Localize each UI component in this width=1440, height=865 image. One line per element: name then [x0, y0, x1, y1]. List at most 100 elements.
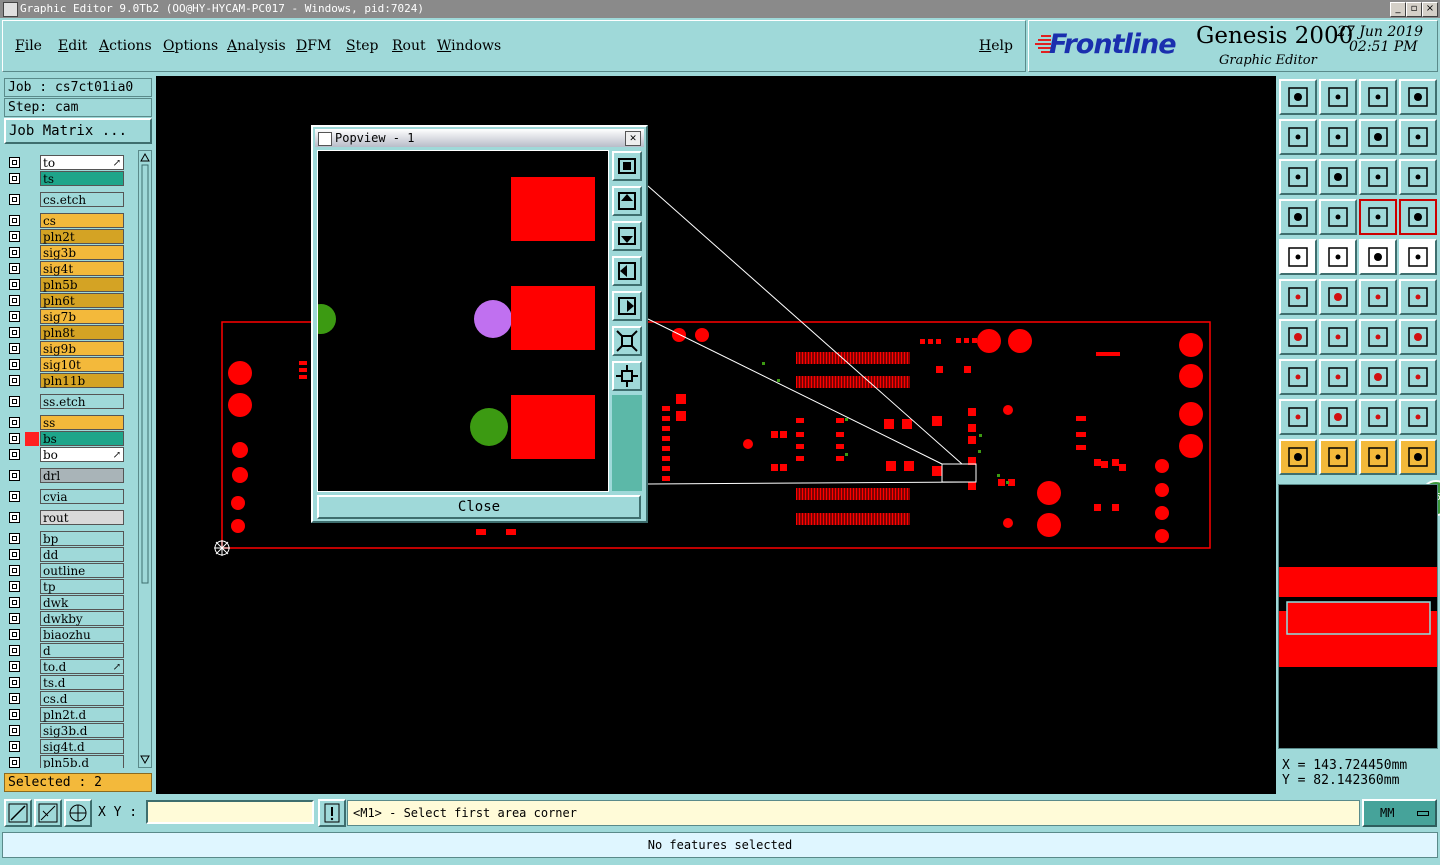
layer-checkbox[interactable]: [9, 741, 20, 752]
layer-row-rout[interactable]: rout: [4, 510, 137, 526]
layer-row-sig3b.d[interactable]: sig3b.d: [4, 723, 137, 739]
home-button[interactable]: [1359, 79, 1397, 115]
layer-row-bp[interactable]: bp: [4, 531, 137, 547]
layer-affected-marker[interactable]: [25, 156, 39, 170]
grid-button[interactable]: [64, 799, 92, 827]
layer-name[interactable]: cs.etch: [40, 192, 124, 207]
layer-row-biaozhu[interactable]: biaozhu: [4, 627, 137, 643]
layer-checkbox[interactable]: [9, 343, 20, 354]
layer-affected-marker[interactable]: [25, 596, 39, 610]
save-button[interactable]: [1319, 79, 1357, 115]
settings-button[interactable]: [1279, 199, 1317, 235]
triangle-a-button[interactable]: [1319, 399, 1357, 435]
layer-name[interactable]: dwkby: [40, 611, 124, 626]
layer-row-pln2t.d[interactable]: pln2t.d: [4, 707, 137, 723]
layer-checkbox[interactable]: [9, 693, 20, 704]
next-step-button[interactable]: [1319, 119, 1357, 155]
exclamation-button[interactable]: [318, 799, 346, 827]
triangle-button[interactable]: [1279, 399, 1317, 435]
grid-button[interactable]: [1319, 199, 1357, 235]
layer-row-dd[interactable]: dd: [4, 547, 137, 563]
popview-viewport[interactable]: [306, 150, 609, 492]
layer-checkbox[interactable]: [9, 327, 20, 338]
layer-affected-marker[interactable]: [25, 660, 39, 674]
layer-affected-marker[interactable]: [25, 676, 39, 690]
popview-zoom-home-button[interactable]: [612, 151, 642, 181]
layer-affected-marker[interactable]: [25, 532, 39, 546]
layer-row-cs[interactable]: cs: [4, 213, 137, 229]
layer-row-sig7b[interactable]: sig7b: [4, 309, 137, 325]
layer-affected-marker[interactable]: [25, 564, 39, 578]
help-button[interactable]: [1399, 159, 1437, 195]
layer-affected-marker[interactable]: [25, 416, 39, 430]
popview-titlebar[interactable]: Popview - 1 ✕: [315, 129, 644, 147]
layer-checkbox[interactable]: [9, 396, 20, 407]
select-box-button[interactable]: [1279, 359, 1317, 395]
layer-affected-marker[interactable]: [25, 294, 39, 308]
layer-affected-marker[interactable]: [25, 395, 39, 409]
layer-name[interactable]: ss.etch: [40, 394, 124, 409]
layer-row-sig9b[interactable]: sig9b: [4, 341, 137, 357]
layer-affected-marker[interactable]: [25, 262, 39, 276]
layer-row-ss[interactable]: ss: [4, 415, 137, 431]
cross-button[interactable]: [1319, 279, 1357, 315]
popview-window[interactable]: Popview - 1 ✕ Close: [306, 125, 648, 523]
layer-affected-marker[interactable]: [25, 326, 39, 340]
feature-button[interactable]: [1319, 239, 1357, 275]
layer-row-pln8t[interactable]: pln8t: [4, 325, 137, 341]
overview-map[interactable]: [1278, 484, 1438, 749]
layer-checkbox[interactable]: [9, 549, 20, 560]
layer-name[interactable]: sig10t: [40, 357, 124, 372]
layer-checkbox[interactable]: [9, 677, 20, 688]
layer-row-bs[interactable]: bs: [4, 431, 137, 447]
group-button[interactable]: [1399, 359, 1437, 395]
menu-edit[interactable]: Edit: [58, 38, 87, 54]
layer-affected-marker[interactable]: [25, 278, 39, 292]
layer-name[interactable]: dwk: [40, 595, 124, 610]
layer-affected-marker[interactable]: [25, 644, 39, 658]
layer-checkbox[interactable]: [9, 757, 20, 768]
layer-affected-marker[interactable]: [25, 692, 39, 706]
layer-name[interactable]: pln5b: [40, 277, 124, 292]
layer-checkbox[interactable]: [9, 512, 20, 523]
layer-row-dwkby[interactable]: dwkby: [4, 611, 137, 627]
layer-row-pln5b.d[interactable]: pln5b.d: [4, 755, 137, 768]
layer-affected-marker[interactable]: [25, 310, 39, 324]
layer-checkbox[interactable]: [9, 433, 20, 444]
menu-step[interactable]: Step: [346, 38, 378, 54]
dot-button[interactable]: [1399, 239, 1437, 275]
snap-button[interactable]: [34, 799, 62, 827]
units-dropdown[interactable]: MM: [1362, 799, 1437, 827]
layer-checkbox[interactable]: [9, 661, 20, 672]
pointer-select-button[interactable]: [1319, 439, 1357, 475]
layer-checkbox[interactable]: [9, 709, 20, 720]
layer-name[interactable]: biaozhu: [40, 627, 124, 642]
connector-button[interactable]: [1399, 319, 1437, 355]
layer-row-pln11b[interactable]: pln11b: [4, 373, 137, 389]
layer-affected-marker[interactable]: [25, 708, 39, 722]
layer-name[interactable]: sig3b: [40, 245, 124, 260]
layer-name[interactable]: to ↗: [40, 155, 124, 170]
layer-name[interactable]: cvia: [40, 489, 124, 504]
layer-name[interactable]: d: [40, 643, 124, 658]
pad-button[interactable]: [1279, 239, 1317, 275]
layer-scrollbar[interactable]: [138, 150, 152, 768]
layer-checkbox[interactable]: [9, 295, 20, 306]
layer-checkbox[interactable]: [9, 247, 20, 258]
popview-pan-down-button[interactable]: [612, 221, 642, 251]
layer-row-cs.d[interactable]: cs.d: [4, 691, 137, 707]
layer-name[interactable]: sig4t.d: [40, 739, 124, 754]
popview-close-icon[interactable]: ✕: [625, 131, 641, 146]
fit-view-button[interactable]: [1279, 159, 1317, 195]
layer-affected-marker[interactable]: [25, 724, 39, 738]
layer-checkbox[interactable]: [9, 157, 20, 168]
layer-name[interactable]: cs.d: [40, 691, 124, 706]
layer-affected-marker[interactable]: [25, 214, 39, 228]
menu-analysis[interactable]: Analysis: [227, 38, 286, 54]
layer-affected-marker[interactable]: [25, 756, 39, 768]
layer-affected-marker[interactable]: [25, 740, 39, 754]
layer-affected-marker[interactable]: [25, 358, 39, 372]
layer-name[interactable]: dd: [40, 547, 124, 562]
layer-affected-marker[interactable]: [25, 432, 39, 446]
layer-row-sig4t.d[interactable]: sig4t.d: [4, 739, 137, 755]
